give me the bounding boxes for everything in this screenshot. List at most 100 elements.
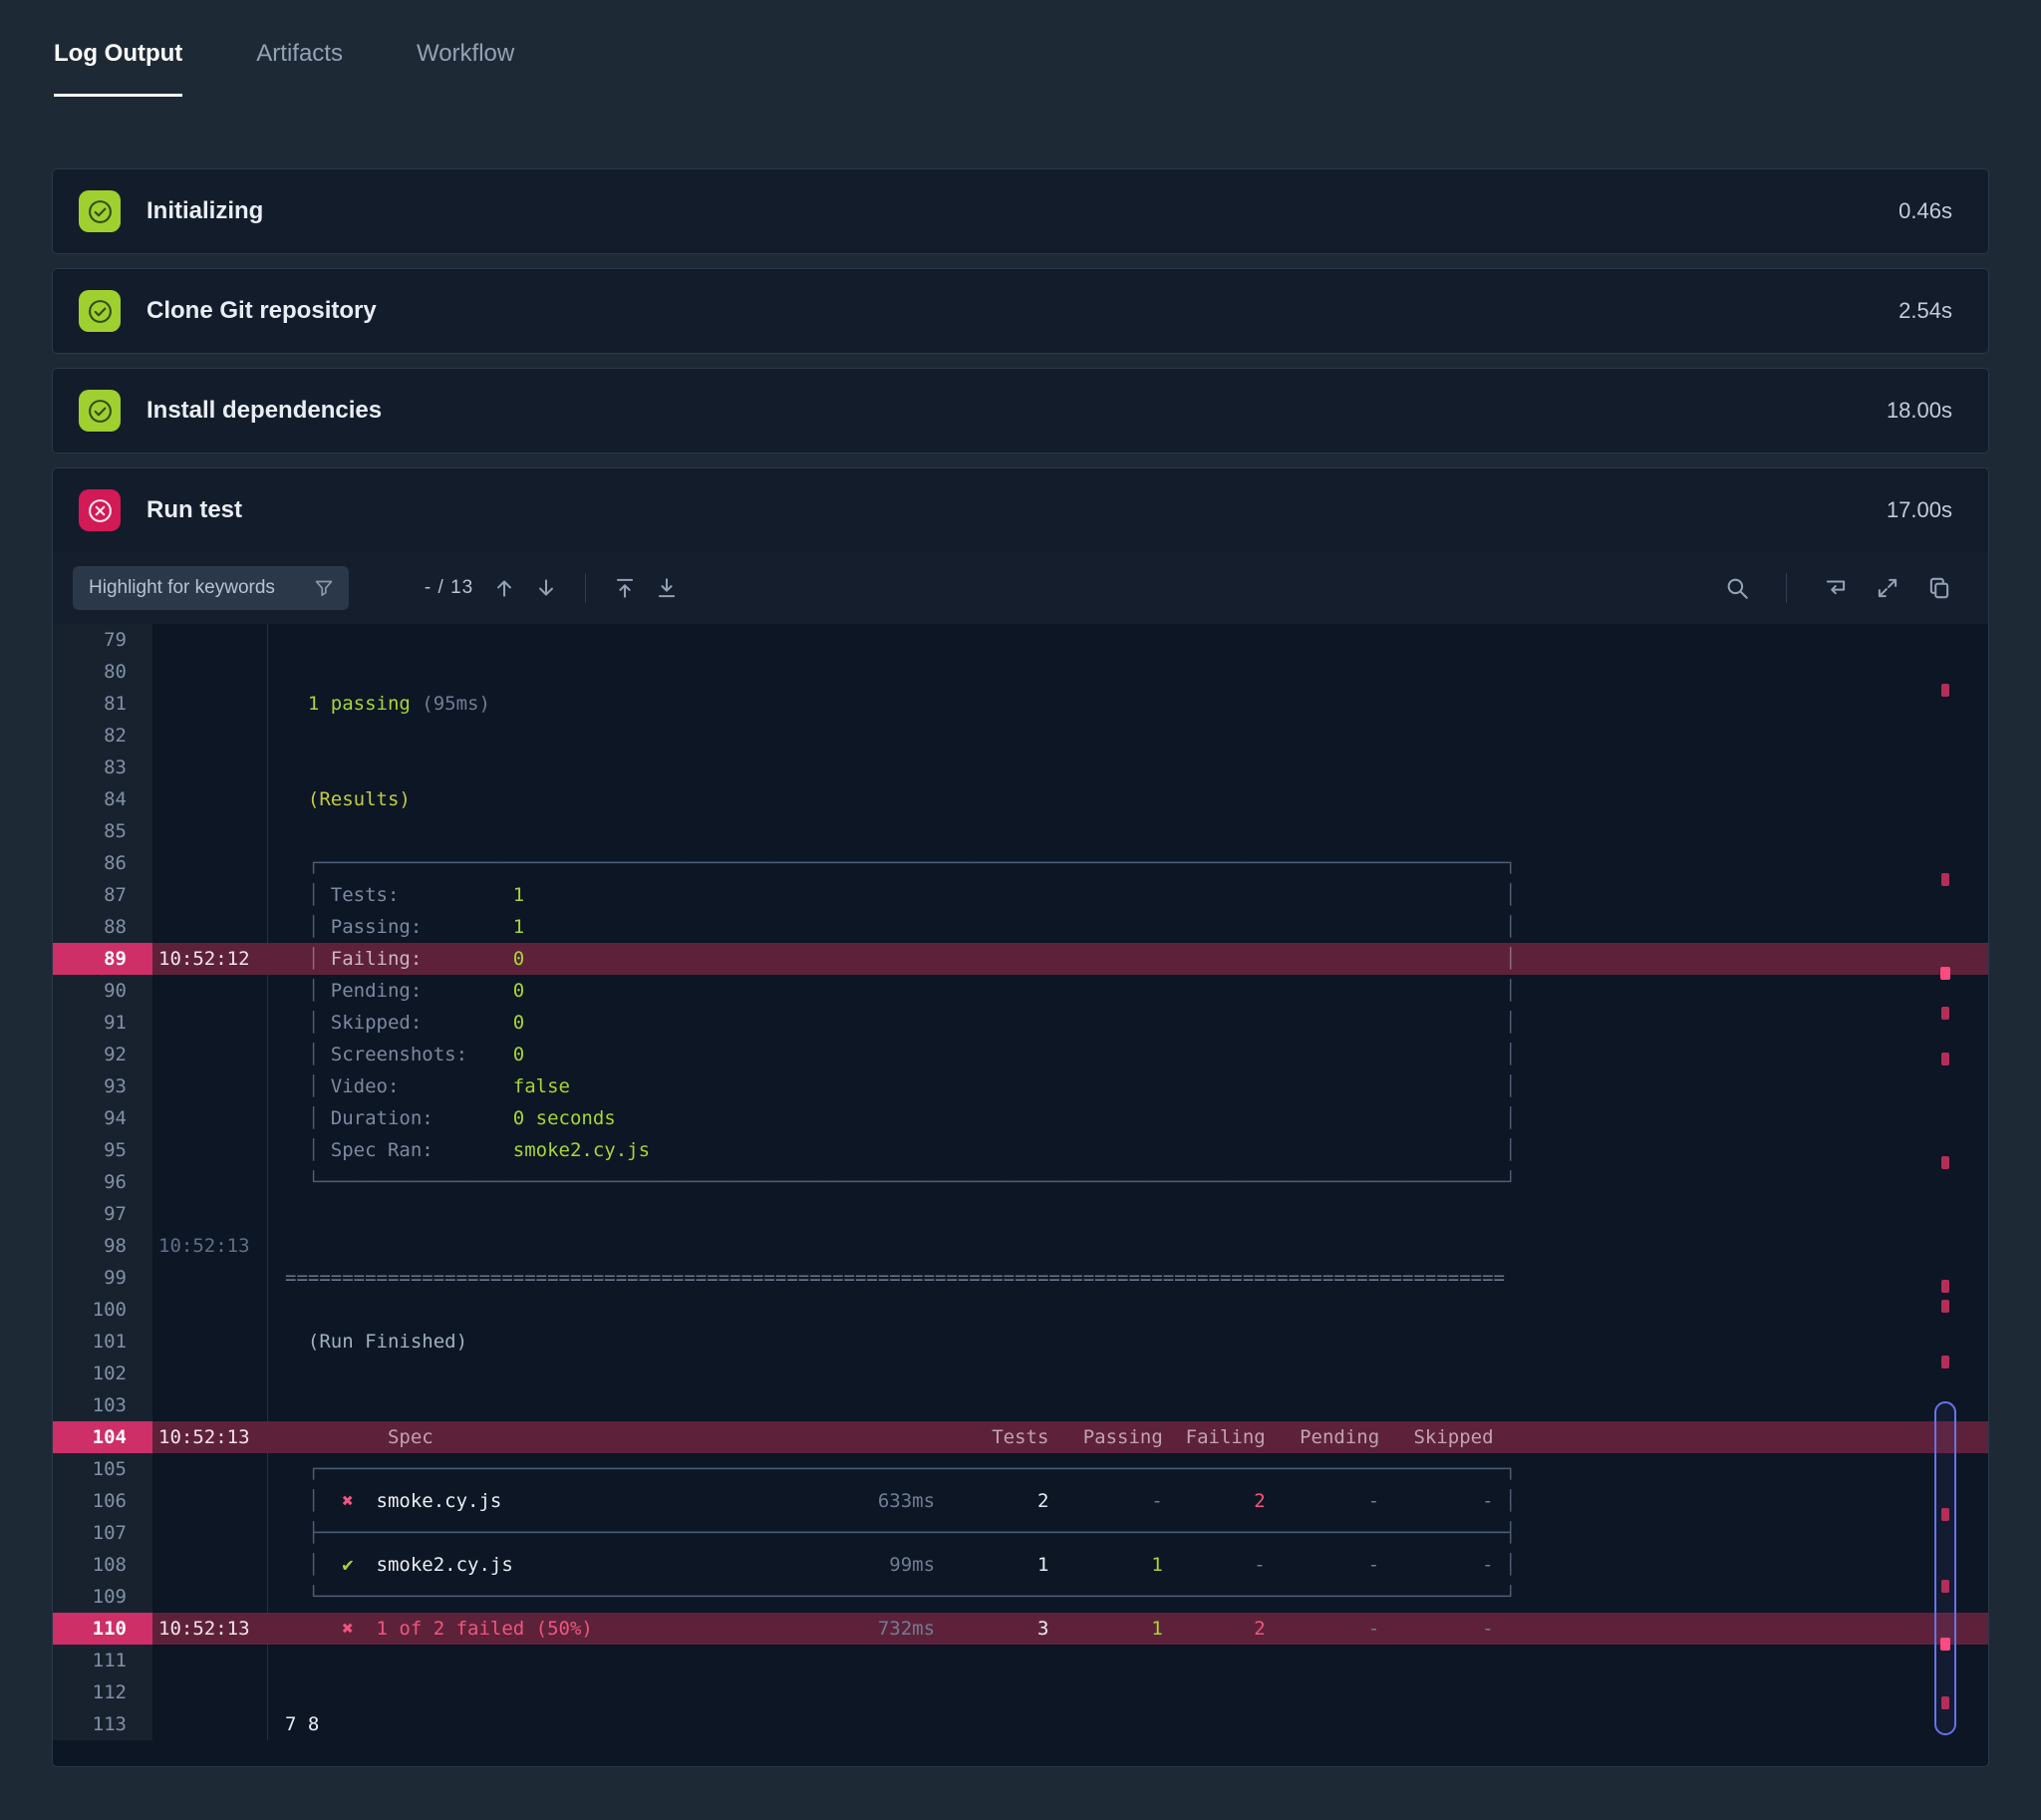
log-text-segment: -: [1482, 1618, 1494, 1640]
log-text-segment: false: [512, 1075, 570, 1097]
log-text-segment: │: [307, 1075, 320, 1097]
scroll-thumb[interactable]: [1934, 1401, 1956, 1735]
log-line: 89 10:52:12 │ Failing: 0 │: [53, 943, 1988, 975]
line-timestamp: [152, 815, 267, 847]
line-timestamp: [152, 688, 267, 720]
line-content: [267, 1230, 1988, 1262]
line-content: │ Duration: 0 seconds │: [267, 1102, 1988, 1134]
line-number: 83: [53, 752, 152, 783]
step-header-run-test[interactable]: Run test 17.00s: [53, 468, 1988, 552]
search-button[interactable]: [1716, 567, 1758, 609]
log-text-segment: Video:: [330, 1075, 400, 1097]
line-content: [267, 624, 1988, 656]
line-content: [267, 656, 1988, 688]
line-number: 88: [53, 911, 152, 943]
fullscreen-button[interactable]: [1867, 567, 1908, 609]
jump-to-bottom-icon: [659, 578, 676, 598]
log-text-segment: │: [307, 916, 320, 938]
log-text-segment: Pending: [1300, 1426, 1380, 1448]
line-number: 101: [53, 1326, 152, 1358]
tab-artifacts[interactable]: Artifacts: [256, 40, 343, 97]
line-number: 109: [53, 1581, 152, 1613]
step-header-clone-git-repository[interactable]: Clone Git repository 2.54s: [53, 269, 1988, 353]
log-text-segment: 0: [512, 1044, 525, 1065]
line-number: 107: [53, 1517, 152, 1549]
log-text-segment: │: [307, 980, 320, 1002]
log-line: 87 │ Tests: 1 │: [53, 879, 1988, 911]
wrap-lines-button[interactable]: [1815, 567, 1857, 609]
log-text-segment: 2: [1254, 1618, 1266, 1640]
log-text-segment: ├: [307, 1522, 320, 1544]
log-text-segment: └: [307, 1586, 320, 1608]
log-line: 93 │ Video: false │: [53, 1070, 1988, 1102]
line-timestamp: [152, 975, 267, 1007]
jump-to-bottom-button[interactable]: [646, 567, 688, 609]
log-text-segment: 732ms: [877, 1618, 936, 1640]
tab-log-output[interactable]: Log Output: [54, 40, 183, 97]
log-line: 111: [53, 1645, 1988, 1676]
line-content: (Results): [267, 783, 1988, 815]
tab-workflow[interactable]: Workflow: [417, 40, 514, 97]
jump-to-top-button[interactable]: [604, 567, 646, 609]
log-text-segment: ────────────────────────────────────────…: [319, 1458, 1505, 1480]
log-text-segment: 3: [1036, 1618, 1049, 1640]
log-text-segment: │: [1504, 1075, 1517, 1097]
keyword-highlight-input[interactable]: Highlight for keywords: [73, 566, 349, 610]
line-timestamp: [152, 656, 267, 688]
step-header-initializing[interactable]: Initializing 0.46s: [53, 169, 1988, 253]
log-text-segment: 2: [1036, 1490, 1049, 1512]
line-timestamp: [152, 1549, 267, 1581]
scroll-match-marker: [1940, 1638, 1950, 1651]
line-timestamp: [152, 1294, 267, 1326]
line-timestamp: [152, 1389, 267, 1421]
line-content: ========================================…: [267, 1262, 1988, 1294]
line-timestamp: [152, 1070, 267, 1102]
log-text-segment: 1: [1151, 1618, 1163, 1640]
scroll-match-marker: [1941, 873, 1949, 886]
log-text-segment: Spec: [387, 1426, 434, 1448]
line-content: (Run Finished): [267, 1326, 1988, 1358]
log-text-segment: │: [307, 884, 320, 906]
log-text-segment: │: [1504, 948, 1517, 970]
log-line: 88 │ Passing: 1 │: [53, 911, 1988, 943]
log-line: 112: [53, 1676, 1988, 1708]
line-timestamp: [152, 1485, 267, 1517]
log-text-segment: Pending:: [330, 980, 423, 1002]
line-timestamp: [152, 1007, 267, 1039]
log-line: 81 1 passing (95ms): [53, 688, 1988, 720]
log-text-segment: │: [307, 948, 320, 970]
log-text-segment: -: [1151, 1490, 1163, 1512]
step-header-install-dependencies[interactable]: Install dependencies 18.00s: [53, 369, 1988, 453]
step-card-install-dependencies: Install dependencies 18.00s: [52, 368, 1989, 454]
log-line: 86 ┌ ─────────────────────────────────────…: [53, 847, 1988, 879]
toolbar-right-group: [1716, 567, 1960, 609]
log-text-segment: ────────────────────────────────────────…: [319, 1586, 1505, 1608]
log-line: 97: [53, 1198, 1988, 1230]
log-text-segment: -: [1482, 1490, 1494, 1512]
log-text-segment: Skipped:: [330, 1012, 423, 1034]
passed-check-icon: [79, 390, 121, 432]
next-match-button[interactable]: [525, 567, 567, 609]
line-timestamp: [152, 847, 267, 879]
log-text-segment: (Results): [307, 788, 411, 810]
line-number: 95: [53, 1134, 152, 1166]
toolbar-divider: [1786, 573, 1787, 603]
line-number: 97: [53, 1198, 152, 1230]
copy-button[interactable]: [1918, 567, 1960, 609]
log-text-segment: ────────────────────────────────────────…: [319, 852, 1505, 874]
line-content: │ Spec Ran: smoke2.cy.js │: [267, 1134, 1988, 1166]
line-content: [267, 1389, 1988, 1421]
log-line: 104 10:52:13 Spec Tests Passing Failing Pendin…: [53, 1421, 1988, 1453]
line-number: 81: [53, 688, 152, 720]
scroll-match-marker: [1941, 1580, 1949, 1593]
line-timestamp: 10:52:13: [158, 1426, 250, 1448]
line-number: 80: [53, 656, 152, 688]
prev-match-button[interactable]: [483, 567, 525, 609]
log-scrollbar[interactable]: [1934, 624, 1956, 1740]
line-timestamp: [152, 1453, 267, 1485]
log-text-segment: ┤: [1504, 1522, 1517, 1544]
line-content: │ Video: false │: [267, 1070, 1988, 1102]
line-content: │ Skipped: 0 │: [267, 1007, 1988, 1039]
log-text-segment: smoke.cy.js: [376, 1490, 502, 1512]
step-card-initializing: Initializing 0.46s: [52, 168, 1989, 254]
